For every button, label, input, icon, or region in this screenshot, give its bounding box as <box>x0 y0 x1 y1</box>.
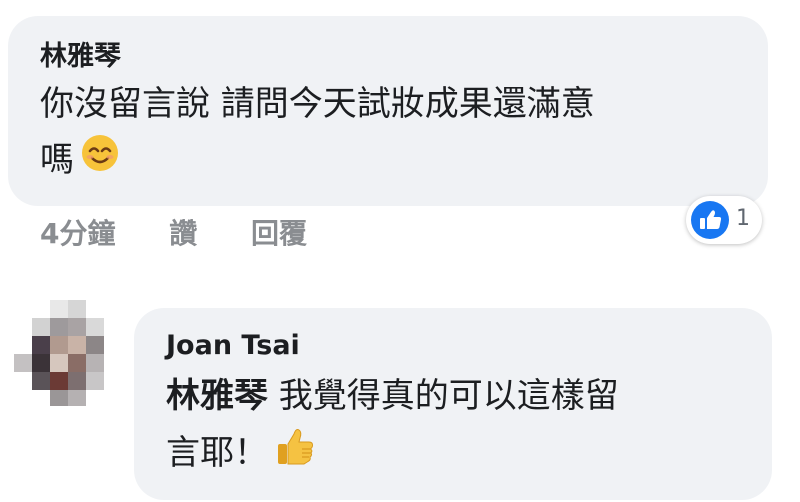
reply-link[interactable]: 回覆 <box>251 217 307 250</box>
comment-author[interactable]: 林雅琴 <box>40 34 121 73</box>
like-link[interactable]: 讚 <box>169 217 197 250</box>
comment-text-line: 嗎 <box>40 132 740 190</box>
avatar[interactable] <box>14 300 120 406</box>
comment-author[interactable]: Joan Tsai <box>166 330 300 361</box>
comment-text-segment: 我覺得真的可以這樣留 <box>268 376 619 416</box>
comment-text-line: 林雅琴 我覺得真的可以這樣留 <box>166 368 746 424</box>
comment-text-line: 你沒留言說 請問今天試妝成果還滿意 <box>40 84 595 124</box>
comment-text: 你沒留言說 請問今天試妝成果還滿意 嗎 <box>40 76 740 190</box>
mention-link[interactable]: 林雅琴 <box>166 376 268 416</box>
comment-text-segment: 嗎 <box>40 140 74 180</box>
comment-text-line: 言耶！ <box>166 424 746 485</box>
smiling-face-icon <box>80 133 120 190</box>
thumbs-up-icon <box>274 424 318 485</box>
reaction-count: 1 <box>736 206 750 231</box>
comment-timestamp[interactable]: 4分鐘 <box>40 217 115 250</box>
like-icon <box>690 200 730 244</box>
comment-text-segment: 言耶！ <box>166 433 268 473</box>
comment-actions: 4分鐘 讚 回覆 <box>40 212 351 252</box>
comment-text: 林雅琴 我覺得真的可以這樣留 言耶！ <box>166 368 746 485</box>
reaction-badge[interactable]: 1 <box>686 196 762 244</box>
